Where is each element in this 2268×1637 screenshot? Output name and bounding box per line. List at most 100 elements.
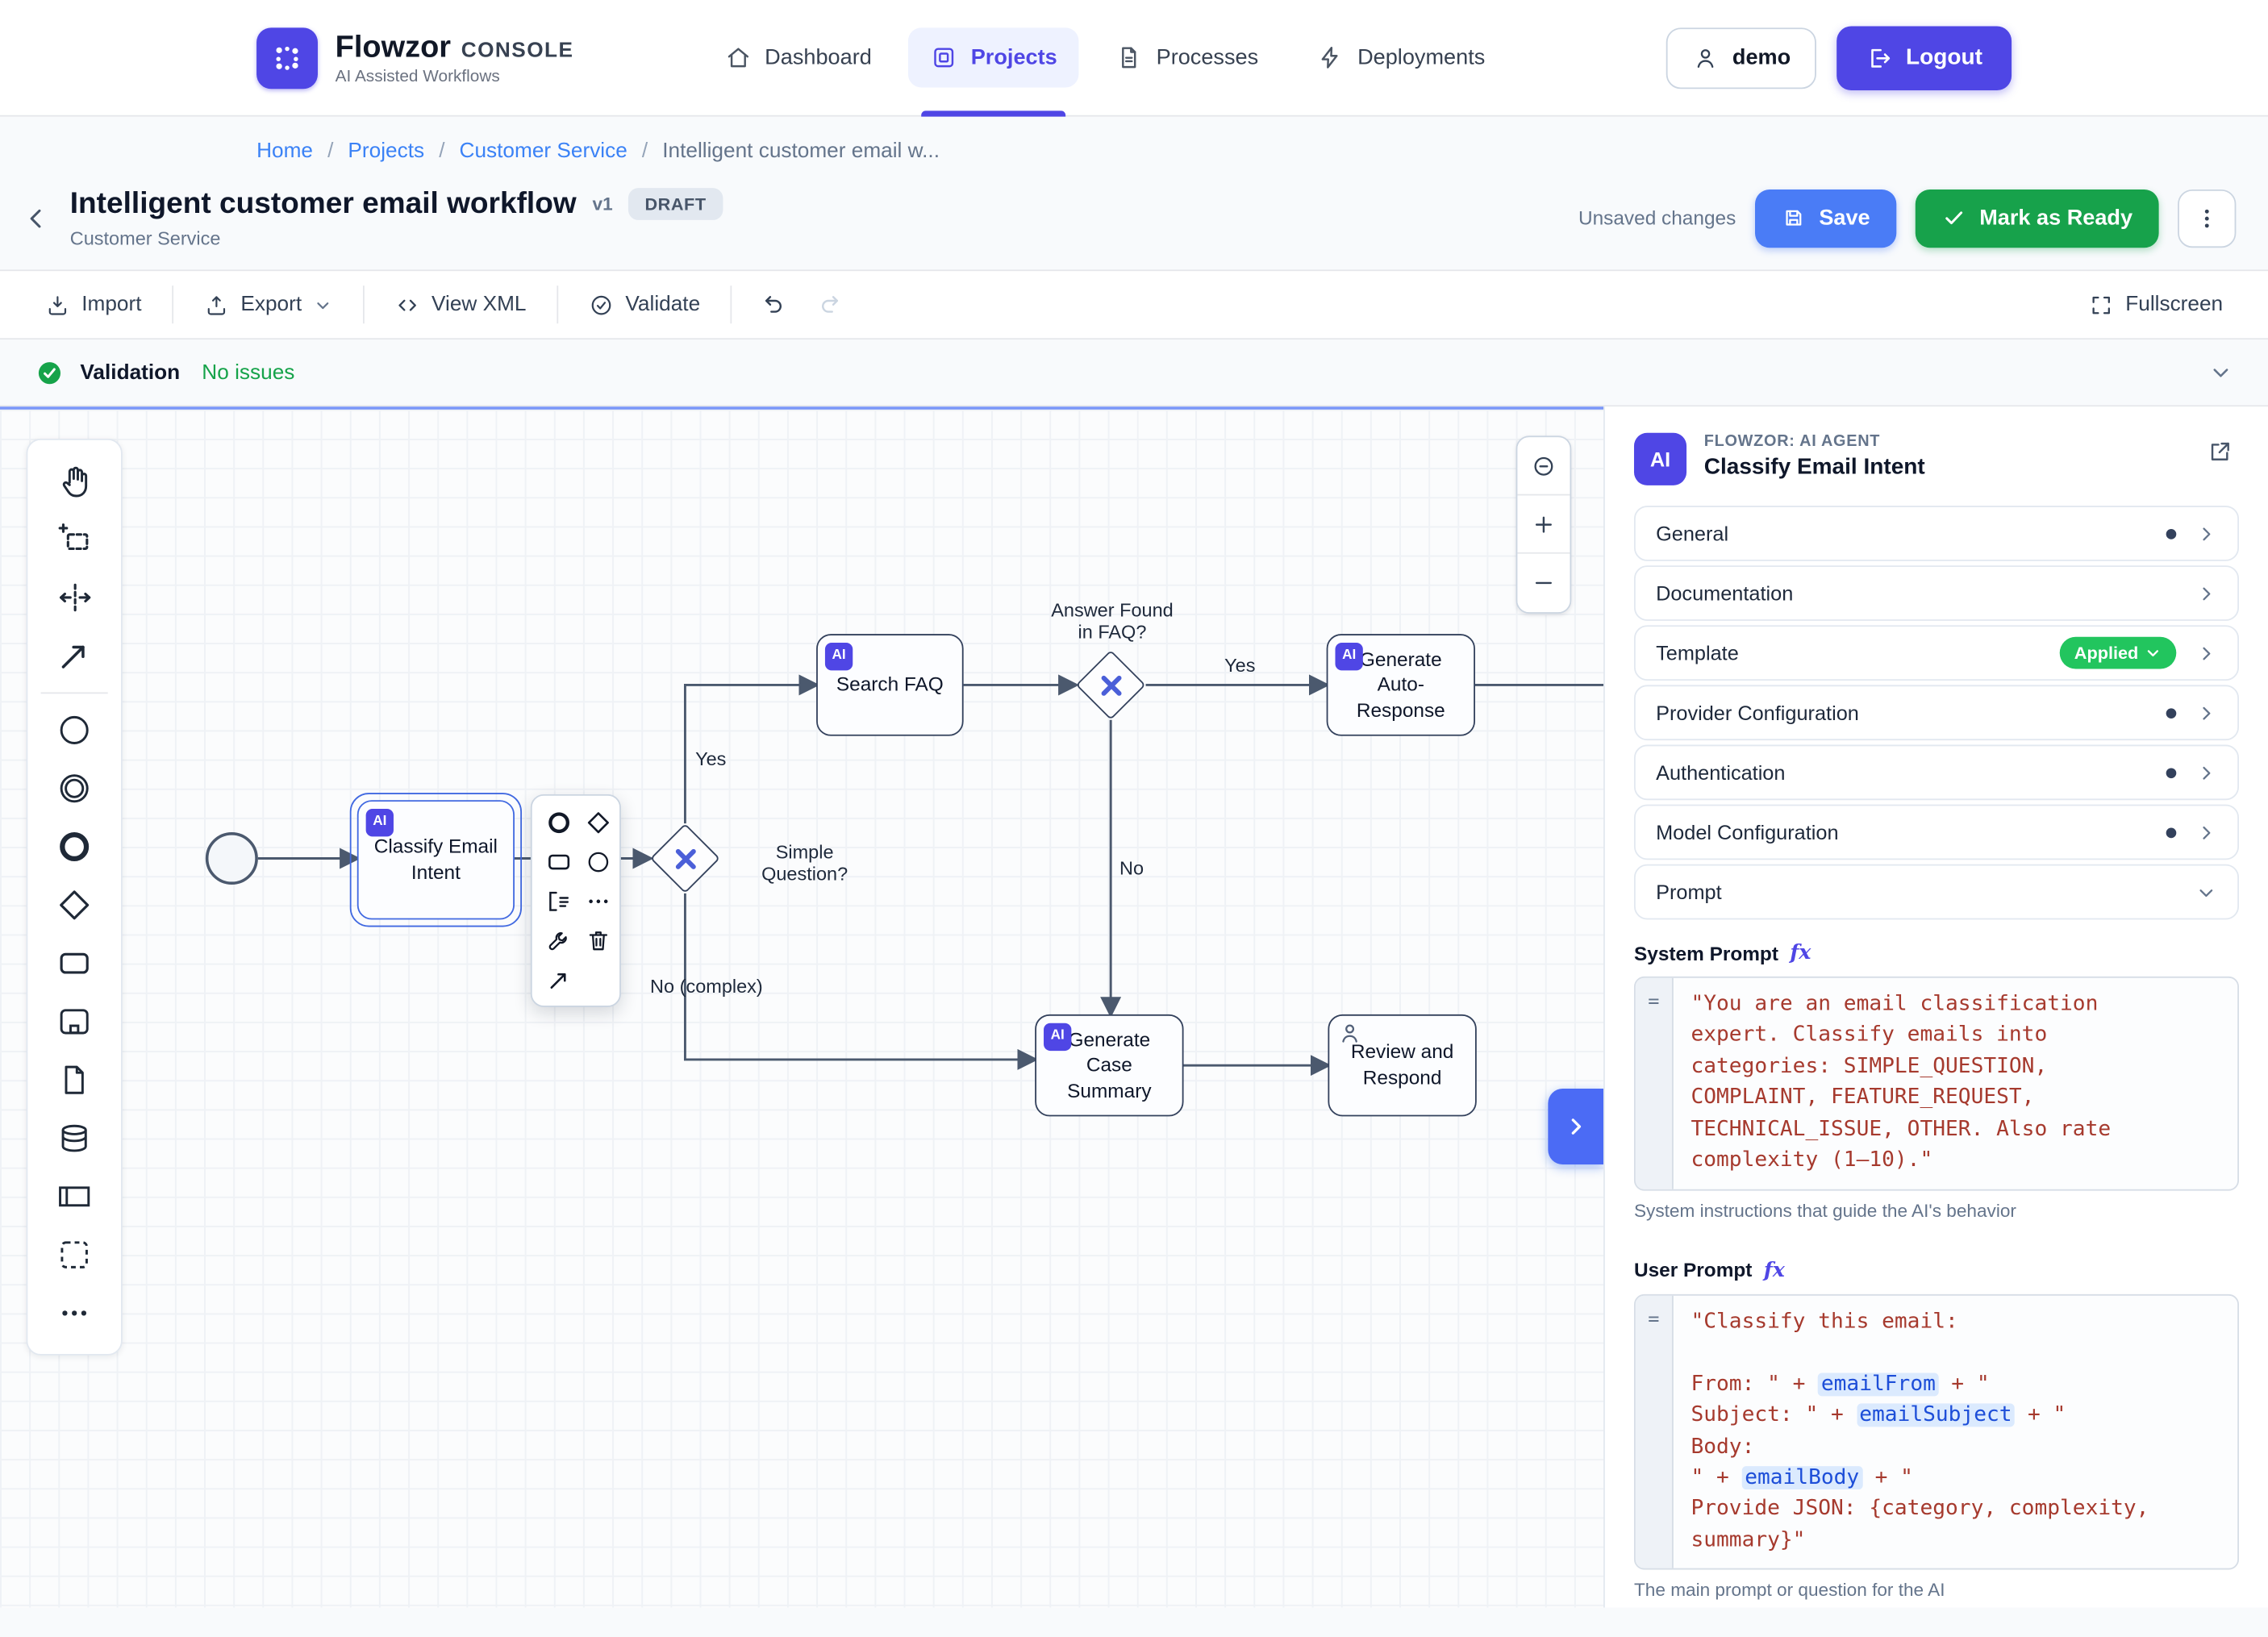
mark-ready-label: Mark as Ready — [1979, 206, 2133, 231]
data-object-icon — [56, 1061, 94, 1099]
append-text-annotation-button[interactable] — [541, 883, 576, 918]
zoom-reset-button[interactable] — [1517, 437, 1570, 495]
flow-label[interactable]: No — [1119, 857, 1144, 879]
fullscreen-button[interactable]: Fullscreen — [2076, 281, 2237, 329]
lasso-tool[interactable] — [41, 510, 108, 569]
nav-processes[interactable]: Processes — [1094, 27, 1280, 87]
back-button[interactable] — [11, 193, 60, 242]
export-button[interactable]: Export — [191, 281, 345, 329]
append-task-button[interactable] — [541, 843, 576, 878]
nav-projects[interactable]: Projects — [908, 27, 1079, 87]
space-tool[interactable] — [41, 569, 108, 627]
create-data-store[interactable] — [41, 1109, 108, 1167]
append-end-event-button[interactable] — [541, 805, 576, 839]
user-prompt-editor[interactable]: = "Classify this email: From: " + emailF… — [1634, 1293, 2239, 1570]
ellipsis-icon — [56, 1294, 94, 1332]
global-connect-tool[interactable] — [41, 627, 108, 685]
flow-label[interactable]: No (complex) — [650, 975, 763, 997]
template-applied-badge[interactable]: Applied — [2060, 637, 2177, 669]
page-subtitle: Customer Service — [70, 227, 723, 249]
logout-button[interactable]: Logout — [1837, 26, 2012, 90]
version-label: v1 — [593, 194, 613, 214]
create-group[interactable] — [41, 1226, 108, 1284]
create-end-event[interactable] — [41, 818, 108, 876]
zoom-out-button[interactable] — [1517, 554, 1570, 612]
logout-icon — [1866, 44, 1893, 71]
mark-ready-button[interactable]: Mark as Ready — [1916, 189, 2159, 247]
validation-title: Validation — [80, 360, 180, 384]
more-options-button[interactable] — [580, 883, 615, 918]
user-prompt-code[interactable]: "Classify this email: From: " + emailFro… — [1674, 1295, 2237, 1568]
create-data-object[interactable] — [41, 1051, 108, 1109]
chevron-left-icon — [22, 203, 51, 232]
user-menu-button[interactable]: demo — [1667, 27, 1817, 88]
workflow-canvas[interactable]: AIClassify Email IntentAISearch FAQAIGen… — [0, 406, 1603, 1607]
delete-element-button[interactable] — [580, 923, 615, 957]
palette-separator — [41, 692, 108, 694]
breadcrumb-customer-service[interactable]: Customer Service — [460, 140, 627, 164]
section-prompt[interactable]: Prompt — [1634, 864, 2239, 920]
minus-icon — [1531, 570, 1557, 597]
flow-label[interactable]: Yes — [1224, 654, 1255, 676]
create-start-event[interactable] — [41, 701, 108, 759]
breadcrumb-projects[interactable]: Projects — [348, 140, 424, 164]
zoom-reset-icon — [1531, 452, 1557, 479]
more-palette-tools[interactable] — [41, 1284, 108, 1342]
brand[interactable]: Flowzor CONSOLE AI Assisted Workflows — [256, 27, 573, 88]
section-template[interactable]: Template Applied — [1634, 625, 2239, 681]
section-documentation[interactable]: Documentation — [1634, 565, 2239, 621]
section-authentication[interactable]: Authentication — [1634, 745, 2239, 801]
validation-bar[interactable]: Validation No issues — [0, 339, 2268, 406]
system-prompt-editor[interactable]: = "You are an email classificationexpert… — [1634, 977, 2239, 1190]
filled-indicator-dot — [2166, 528, 2177, 539]
nav-dashboard[interactable]: Dashboard — [702, 27, 893, 87]
change-element-button[interactable] — [541, 923, 576, 957]
create-participant[interactable] — [41, 1168, 108, 1226]
lasso-tool-icon — [56, 520, 94, 558]
nav-deployments[interactable]: Deployments — [1295, 27, 1507, 87]
open-external-button[interactable] — [2201, 433, 2239, 471]
redo-button[interactable] — [805, 280, 854, 329]
connect-arrow-icon — [544, 965, 572, 993]
hand-tool[interactable] — [41, 452, 108, 510]
zoom-in-button[interactable] — [1517, 495, 1570, 553]
section-model-configuration[interactable]: Model Configuration — [1634, 805, 2239, 860]
editor-toolbar: Import Export View XML Validate Fullscre… — [0, 269, 2268, 339]
system-prompt-code[interactable]: "You are an email classificationexpert. … — [1674, 978, 2237, 1189]
brand-suffix: CONSOLE — [461, 39, 574, 62]
validate-label: Validate — [625, 293, 700, 316]
text-annotation-icon — [544, 887, 572, 914]
save-button[interactable]: Save — [1755, 189, 1896, 247]
undo-icon — [761, 291, 788, 318]
connect-button[interactable] — [541, 962, 576, 997]
main-nav: Dashboard Projects Processes Deployments — [702, 27, 1507, 87]
append-intermediate-event-button[interactable] — [580, 843, 615, 878]
append-gateway-button[interactable] — [580, 805, 615, 839]
create-intermediate-event[interactable] — [41, 760, 108, 818]
undo-button[interactable] — [750, 280, 799, 329]
create-gateway[interactable] — [41, 876, 108, 934]
create-task[interactable] — [41, 934, 108, 992]
kebab-icon — [2194, 205, 2220, 231]
view-xml-button[interactable]: View XML — [382, 281, 540, 329]
chevron-right-icon — [2195, 523, 2217, 544]
toolbar-divider — [557, 285, 558, 323]
fx-expression-icon[interactable]: fx — [1764, 1259, 1785, 1282]
nav-label: Projects — [971, 45, 1057, 70]
flow-label[interactable]: Yes — [695, 748, 726, 769]
more-actions-button[interactable] — [2178, 189, 2236, 247]
flow-label[interactable]: Answer Found in FAQ? — [1051, 599, 1174, 643]
section-label: Template — [1656, 641, 1739, 664]
import-button[interactable]: Import — [32, 281, 155, 329]
trash-icon — [584, 927, 611, 954]
filled-indicator-dot — [2166, 707, 2177, 718]
expand-panel-button[interactable] — [1548, 1089, 1603, 1164]
breadcrumb-home[interactable]: Home — [256, 140, 313, 164]
flow-label[interactable]: Simple Question? — [761, 841, 848, 885]
task-icon — [544, 848, 572, 875]
validate-button[interactable]: Validate — [576, 281, 713, 329]
section-general[interactable]: General — [1634, 506, 2239, 561]
section-provider-configuration[interactable]: Provider Configuration — [1634, 685, 2239, 740]
create-subprocess[interactable] — [41, 993, 108, 1051]
fx-expression-icon[interactable]: fx — [1790, 942, 1811, 965]
